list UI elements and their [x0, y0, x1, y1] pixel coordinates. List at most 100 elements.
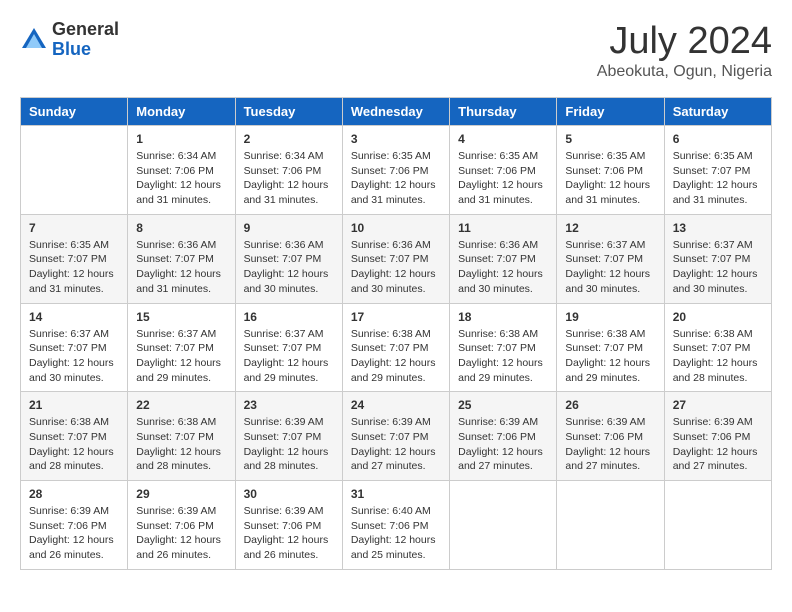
- day-info: Sunrise: 6:39 AM Sunset: 7:07 PM Dayligh…: [244, 415, 334, 474]
- calendar-cell: 5 Sunrise: 6:35 AM Sunset: 7:06 PM Daylig…: [557, 126, 664, 215]
- day-number: 31: [351, 487, 441, 501]
- location: Abeokuta, Ogun, Nigeria: [597, 63, 772, 81]
- day-info: Sunrise: 6:38 AM Sunset: 7:07 PM Dayligh…: [673, 327, 763, 386]
- calendar-cell: 25 Sunrise: 6:39 AM Sunset: 7:06 PM Dayli…: [450, 392, 557, 481]
- day-header-wednesday: Wednesday: [342, 98, 449, 126]
- day-header-friday: Friday: [557, 98, 664, 126]
- calendar-cell: 3 Sunrise: 6:35 AM Sunset: 7:06 PM Daylig…: [342, 126, 449, 215]
- month-year: July 2024: [597, 20, 772, 63]
- calendar-cell: 31 Sunrise: 6:40 AM Sunset: 7:06 PM Dayli…: [342, 481, 449, 570]
- day-header-thursday: Thursday: [450, 98, 557, 126]
- day-info: Sunrise: 6:38 AM Sunset: 7:07 PM Dayligh…: [29, 415, 119, 474]
- day-number: 2: [244, 132, 334, 146]
- calendar-cell: 4Sunrise: 6:35 AM Sunset: 7:06 PM Daylig…: [450, 126, 557, 215]
- day-info: Sunrise: 6:39 AM Sunset: 7:06 PM Dayligh…: [565, 415, 655, 474]
- day-number: 1: [136, 132, 226, 146]
- calendar-cell: 17 Sunrise: 6:38 AM Sunset: 7:07 PM Dayli…: [342, 303, 449, 392]
- day-info: Sunrise: 6:39 AM Sunset: 7:06 PM Dayligh…: [458, 415, 548, 474]
- calendar-cell: [450, 481, 557, 570]
- day-number: 22: [136, 398, 226, 412]
- day-info: Sunrise: 6:36 AM Sunset: 7:07 PM Dayligh…: [351, 238, 441, 297]
- day-info: Sunrise: 6:36 AM Sunset: 7:07 PM Dayligh…: [136, 238, 226, 297]
- calendar-cell: 19 Sunrise: 6:38 AM Sunset: 7:07 PM Dayli…: [557, 303, 664, 392]
- day-info: Sunrise: 6:35 AM Sunset: 7:06 PM Dayligh…: [565, 149, 655, 208]
- logo: General Blue: [20, 20, 119, 60]
- week-row-5: 28 Sunrise: 6:39 AM Sunset: 7:06 PM Dayli…: [21, 481, 772, 570]
- calendar-table: SundayMondayTuesdayWednesdayThursdayFrid…: [20, 97, 772, 570]
- calendar-cell: 11 Sunrise: 6:36 AM Sunset: 7:07 PM Dayli…: [450, 214, 557, 303]
- calendar-cell: 6 Sunrise: 6:35 AM Sunset: 7:07 PM Daylig…: [664, 126, 771, 215]
- day-number: 9: [244, 221, 334, 235]
- day-info: Sunrise: 6:34 AM Sunset: 7:06 PM Dayligh…: [136, 149, 226, 208]
- day-number: 5: [565, 132, 655, 146]
- day-info: Sunrise: 6:37 AM Sunset: 7:07 PM Dayligh…: [565, 238, 655, 297]
- calendar-cell: 22Sunrise: 6:38 AM Sunset: 7:07 PM Dayli…: [128, 392, 235, 481]
- day-info: Sunrise: 6:37 AM Sunset: 7:07 PM Dayligh…: [29, 327, 119, 386]
- day-info: Sunrise: 6:39 AM Sunset: 7:06 PM Dayligh…: [244, 504, 334, 563]
- week-row-1: 1 Sunrise: 6:34 AM Sunset: 7:06 PM Daylig…: [21, 126, 772, 215]
- day-number: 3: [351, 132, 441, 146]
- logo-blue: Blue: [52, 40, 119, 60]
- calendar-cell: 29 Sunrise: 6:39 AM Sunset: 7:06 PM Dayli…: [128, 481, 235, 570]
- day-number: 12: [565, 221, 655, 235]
- logo-icon: [20, 26, 48, 54]
- day-number: 20: [673, 310, 763, 324]
- day-info: Sunrise: 6:37 AM Sunset: 7:07 PM Dayligh…: [673, 238, 763, 297]
- calendar-cell: 27Sunrise: 6:39 AM Sunset: 7:06 PM Dayli…: [664, 392, 771, 481]
- day-info: Sunrise: 6:36 AM Sunset: 7:07 PM Dayligh…: [244, 238, 334, 297]
- day-number: 29: [136, 487, 226, 501]
- calendar-cell: 18 Sunrise: 6:38 AM Sunset: 7:07 PM Dayli…: [450, 303, 557, 392]
- calendar-cell: 9 Sunrise: 6:36 AM Sunset: 7:07 PM Daylig…: [235, 214, 342, 303]
- day-number: 28: [29, 487, 119, 501]
- calendar-cell: 23 Sunrise: 6:39 AM Sunset: 7:07 PM Dayli…: [235, 392, 342, 481]
- day-info: Sunrise: 6:35 AM Sunset: 7:06 PM Dayligh…: [458, 149, 548, 208]
- day-number: 25: [458, 398, 548, 412]
- day-number: 11: [458, 221, 548, 235]
- day-number: 23: [244, 398, 334, 412]
- day-number: 15: [136, 310, 226, 324]
- day-number: 19: [565, 310, 655, 324]
- calendar-cell: 10 Sunrise: 6:36 AM Sunset: 7:07 PM Dayli…: [342, 214, 449, 303]
- calendar-cell: 15 Sunrise: 6:37 AM Sunset: 7:07 PM Dayli…: [128, 303, 235, 392]
- calendar-header-row: SundayMondayTuesdayWednesdayThursdayFrid…: [21, 98, 772, 126]
- logo-text: General Blue: [52, 20, 119, 60]
- day-number: 26: [565, 398, 655, 412]
- day-number: 13: [673, 221, 763, 235]
- day-info: Sunrise: 6:39 AM Sunset: 7:06 PM Dayligh…: [136, 504, 226, 563]
- day-info: Sunrise: 6:40 AM Sunset: 7:06 PM Dayligh…: [351, 504, 441, 563]
- calendar-cell: 7Sunrise: 6:35 AM Sunset: 7:07 PM Daylig…: [21, 214, 128, 303]
- day-info: Sunrise: 6:38 AM Sunset: 7:07 PM Dayligh…: [458, 327, 548, 386]
- day-info: Sunrise: 6:39 AM Sunset: 7:06 PM Dayligh…: [29, 504, 119, 563]
- title-block: July 2024 Abeokuta, Ogun, Nigeria: [597, 20, 772, 81]
- calendar-cell: 1 Sunrise: 6:34 AM Sunset: 7:06 PM Daylig…: [128, 126, 235, 215]
- calendar-cell: 30Sunrise: 6:39 AM Sunset: 7:06 PM Dayli…: [235, 481, 342, 570]
- calendar-cell: 20 Sunrise: 6:38 AM Sunset: 7:07 PM Dayli…: [664, 303, 771, 392]
- day-number: 8: [136, 221, 226, 235]
- day-number: 10: [351, 221, 441, 235]
- day-header-tuesday: Tuesday: [235, 98, 342, 126]
- calendar-cell: 12 Sunrise: 6:37 AM Sunset: 7:07 PM Dayli…: [557, 214, 664, 303]
- day-info: Sunrise: 6:37 AM Sunset: 7:07 PM Dayligh…: [136, 327, 226, 386]
- day-info: Sunrise: 6:38 AM Sunset: 7:07 PM Dayligh…: [351, 327, 441, 386]
- calendar-cell: 14 Sunrise: 6:37 AM Sunset: 7:07 PM Dayli…: [21, 303, 128, 392]
- day-number: 17: [351, 310, 441, 324]
- day-header-sunday: Sunday: [21, 98, 128, 126]
- day-number: 14: [29, 310, 119, 324]
- day-info: Sunrise: 6:35 AM Sunset: 7:07 PM Dayligh…: [29, 238, 119, 297]
- day-number: 18: [458, 310, 548, 324]
- day-number: 21: [29, 398, 119, 412]
- page-header: General Blue July 2024 Abeokuta, Ogun, N…: [20, 20, 772, 81]
- day-number: 16: [244, 310, 334, 324]
- calendar-cell: 24Sunrise: 6:39 AM Sunset: 7:07 PM Dayli…: [342, 392, 449, 481]
- day-number: 6: [673, 132, 763, 146]
- calendar-cell: 28 Sunrise: 6:39 AM Sunset: 7:06 PM Dayli…: [21, 481, 128, 570]
- day-info: Sunrise: 6:35 AM Sunset: 7:06 PM Dayligh…: [351, 149, 441, 208]
- logo-general: General: [52, 20, 119, 40]
- day-info: Sunrise: 6:38 AM Sunset: 7:07 PM Dayligh…: [565, 327, 655, 386]
- week-row-4: 21 Sunrise: 6:38 AM Sunset: 7:07 PM Dayli…: [21, 392, 772, 481]
- day-info: Sunrise: 6:36 AM Sunset: 7:07 PM Dayligh…: [458, 238, 548, 297]
- day-info: Sunrise: 6:34 AM Sunset: 7:06 PM Dayligh…: [244, 149, 334, 208]
- day-info: Sunrise: 6:35 AM Sunset: 7:07 PM Dayligh…: [673, 149, 763, 208]
- calendar-cell: [664, 481, 771, 570]
- day-info: Sunrise: 6:39 AM Sunset: 7:07 PM Dayligh…: [351, 415, 441, 474]
